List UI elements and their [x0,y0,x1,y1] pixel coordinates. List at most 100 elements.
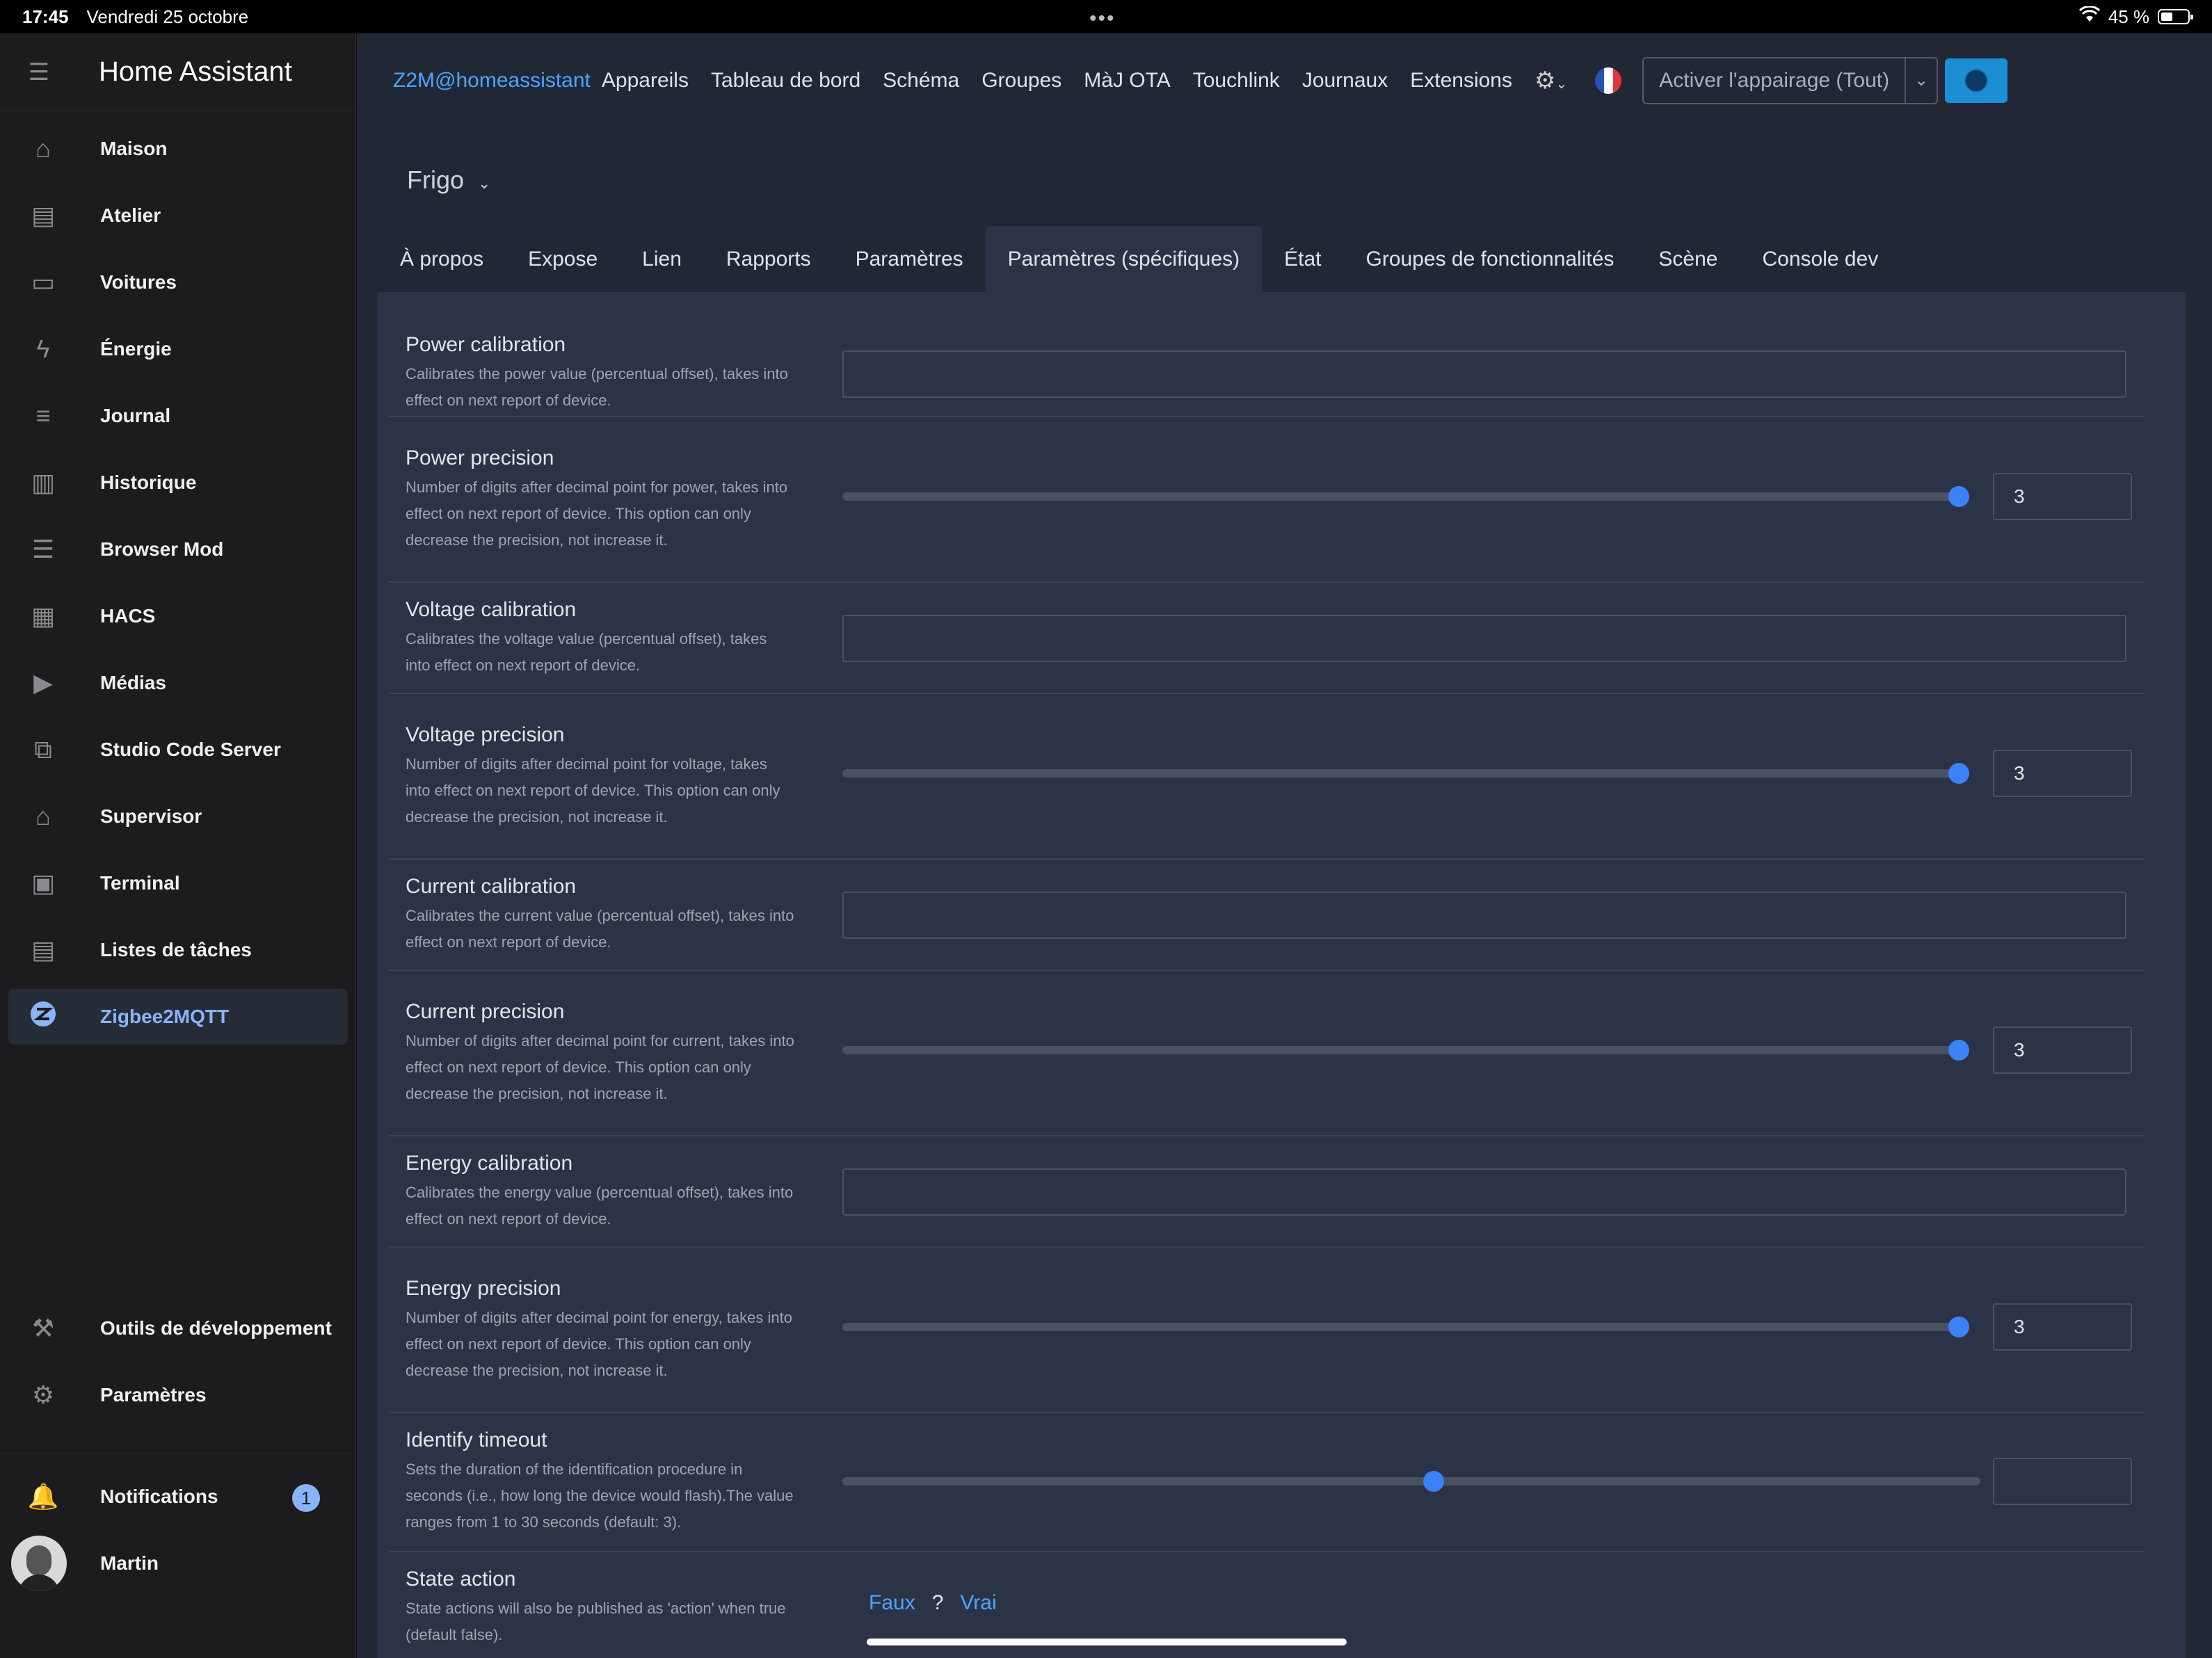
voltage-precision-slider[interactable] [842,769,1969,778]
sidebar-item-historique[interactable]: ▥ Historique [8,455,348,510]
sidebar-item-parametres[interactable]: ⚙ Paramètres [8,1367,348,1423]
tab-expose[interactable]: Expose [506,226,620,292]
current-calibration-input[interactable] [842,892,2126,939]
sidebar-item-studio-code-server[interactable]: ⧉ Studio Code Server [8,722,348,778]
chart-icon: ▥ [31,468,55,497]
sidebar-item-medias[interactable]: ▶ Médias [8,655,348,711]
setting-row-power-calibration: Power calibration Calibrates the power v… [389,292,2145,417]
device-selector[interactable]: Frigo ⌄ [407,166,490,195]
setting-title: Power precision [406,446,554,469]
power-precision-slider-thumb[interactable] [1948,486,1969,507]
setting-title: Voltage precision [406,723,565,746]
french-flag-icon[interactable] [1595,67,1622,94]
energy-precision-slider-thumb[interactable] [1948,1317,1969,1337]
sidebar-item-outils-de-developpement[interactable]: ⚒ Outils de développement [8,1301,348,1356]
avatar-wrap [8,1536,78,1591]
tab-etat[interactable]: État [1262,226,1343,292]
sidebar-item-label: Outils de développement [100,1317,332,1339]
sidebar-item-notifications[interactable]: 🔔 Notifications 1 [8,1469,348,1524]
sidebar-item-label: Atelier [100,204,161,226]
tab-rapports[interactable]: Rapports [704,226,833,292]
current-precision-slider-thumb[interactable] [1948,1040,1969,1061]
nav-link-schema[interactable]: Schéma [883,69,959,92]
sidebar-item-label: HACS [100,605,156,627]
lightning-icon: ϟ [36,335,50,363]
sidebar-item-hacs[interactable]: ▦ HACS [8,588,348,644]
energy-calibration-input[interactable] [842,1168,2126,1216]
sidebar-item-energie[interactable]: ϟ Énergie [8,321,348,377]
nav-link-appareils[interactable]: Appareils [602,69,689,92]
energy-precision-slider[interactable] [842,1323,1969,1331]
tab-groupes-de-fonctionnalites[interactable]: Groupes de fonctionnalités [1344,226,1637,292]
status-bar: 17:45 Vendredi 25 octobre ••• 45 % [0,0,2212,33]
nav-link-tableau-de-bord[interactable]: Tableau de bord [711,69,860,92]
tab-scene[interactable]: Scène [1636,226,1740,292]
sidebar-item-label: Énergie [100,338,172,360]
sidebar-item-listes-de-taches[interactable]: ▤ Listes de tâches [8,922,348,978]
state-action-unknown-icon[interactable]: ? [932,1591,944,1615]
tab-a-propos[interactable]: À propos [378,226,506,292]
setting-description: Number of digits after decimal point for… [406,1032,794,1102]
sidebar-item-browser-mod[interactable]: ☰ Browser Mod [8,522,348,577]
sidebar-item-label: Supervisor [100,805,202,827]
vscode-icon: ⧉ [34,734,52,764]
clipboard-icon: ▤ [31,935,55,964]
menu-collapse-icon[interactable]: ☰ [0,58,78,86]
home-indicator[interactable] [867,1639,1347,1645]
current-precision-slider[interactable] [842,1046,1969,1054]
nav-link-touchlink[interactable]: Touchlink [1193,69,1280,92]
setting-description: Calibrates the power value (percentual o… [406,365,788,409]
setting-row-energy-calibration: Energy calibration Calibrates the energy… [389,1136,2145,1248]
settings-gear-dropdown-icon[interactable]: ⚙⌄ [1534,67,1567,95]
theme-toggle-button[interactable] [1945,58,2008,103]
energy-precision-input[interactable]: 3 [1993,1303,2132,1351]
nav-link-journaux[interactable]: Journaux [1302,69,1388,92]
state-action-toggle[interactable]: Faux ? Vrai [869,1591,997,1615]
media-icon: ▶ [33,668,53,697]
power-calibration-input[interactable] [842,351,2126,398]
setting-row-energy-precision: Energy precision Number of digits after … [389,1248,2145,1413]
voltage-precision-input[interactable]: 3 [1993,750,2132,797]
sidebar-item-label: Voitures [100,271,177,293]
permit-join-button[interactable]: Activer l'appairage (Tout) ⌄ [1642,56,1939,104]
multitasking-dots-icon[interactable]: ••• [1089,7,1116,31]
device-tabs: À propos Expose Lien Rapports Paramètres… [378,226,1900,292]
setting-row-voltage-calibration: Voltage calibration Calibrates the volta… [389,583,2145,694]
voltage-calibration-input[interactable] [842,615,2126,662]
nav-link-extensions[interactable]: Extensions [1410,69,1512,92]
setting-description: Calibrates the current value (percentual… [406,907,794,951]
state-action-true-option[interactable]: Vrai [960,1591,996,1615]
tab-lien[interactable]: Lien [620,226,704,292]
tab-console-dev[interactable]: Console dev [1740,226,1901,292]
sidebar-item-voitures[interactable]: ▭ Voitures [8,255,348,310]
identify-timeout-slider[interactable] [842,1477,1980,1486]
sidebar-item-zigbee2mqtt[interactable]: Zigbee2MQTT [8,989,348,1045]
terminal-icon: ▣ [31,869,55,897]
device-name: Frigo [407,166,465,194]
tab-parametres-specifiques[interactable]: Paramètres (spécifiques) [985,226,1263,292]
setting-title: Current precision [406,1000,565,1023]
power-precision-input[interactable]: 3 [1993,473,2132,520]
identify-timeout-input[interactable] [1993,1458,2132,1505]
nav-link-groupes[interactable]: Groupes [981,69,1061,92]
z2m-brand-link[interactable]: Z2M@homeassistant [393,69,591,92]
sidebar-item-terminal[interactable]: ▣ Terminal [8,855,348,911]
hammer-icon: ⚒ [31,1314,55,1342]
sidebar-item-label: Médias [100,672,166,693]
sidebar-item-user[interactable]: Martin [8,1536,348,1591]
current-precision-input[interactable]: 3 [1993,1027,2132,1074]
sidebar-item-maison[interactable]: ⌂ Maison [8,121,348,177]
chevron-down-icon: ⌄ [478,175,491,192]
sidebar-item-atelier[interactable]: ▤ Atelier [8,188,348,243]
nav-link-maj-ota[interactable]: MàJ OTA [1084,69,1170,92]
state-action-false-option[interactable]: Faux [869,1591,915,1615]
setting-title: Voltage calibration [406,598,577,621]
sidebar-item-journal[interactable]: ≡ Journal [8,388,348,444]
sidebar-item-supervisor[interactable]: ⌂ Supervisor [8,789,348,844]
status-time: 17:45 [22,6,69,27]
identify-timeout-slider-thumb[interactable] [1423,1471,1445,1492]
power-precision-slider[interactable] [842,492,1969,501]
tab-parametres[interactable]: Paramètres [833,226,986,292]
voltage-precision-slider-thumb[interactable] [1948,763,1969,784]
chevron-down-icon[interactable]: ⌄ [1905,58,1937,103]
